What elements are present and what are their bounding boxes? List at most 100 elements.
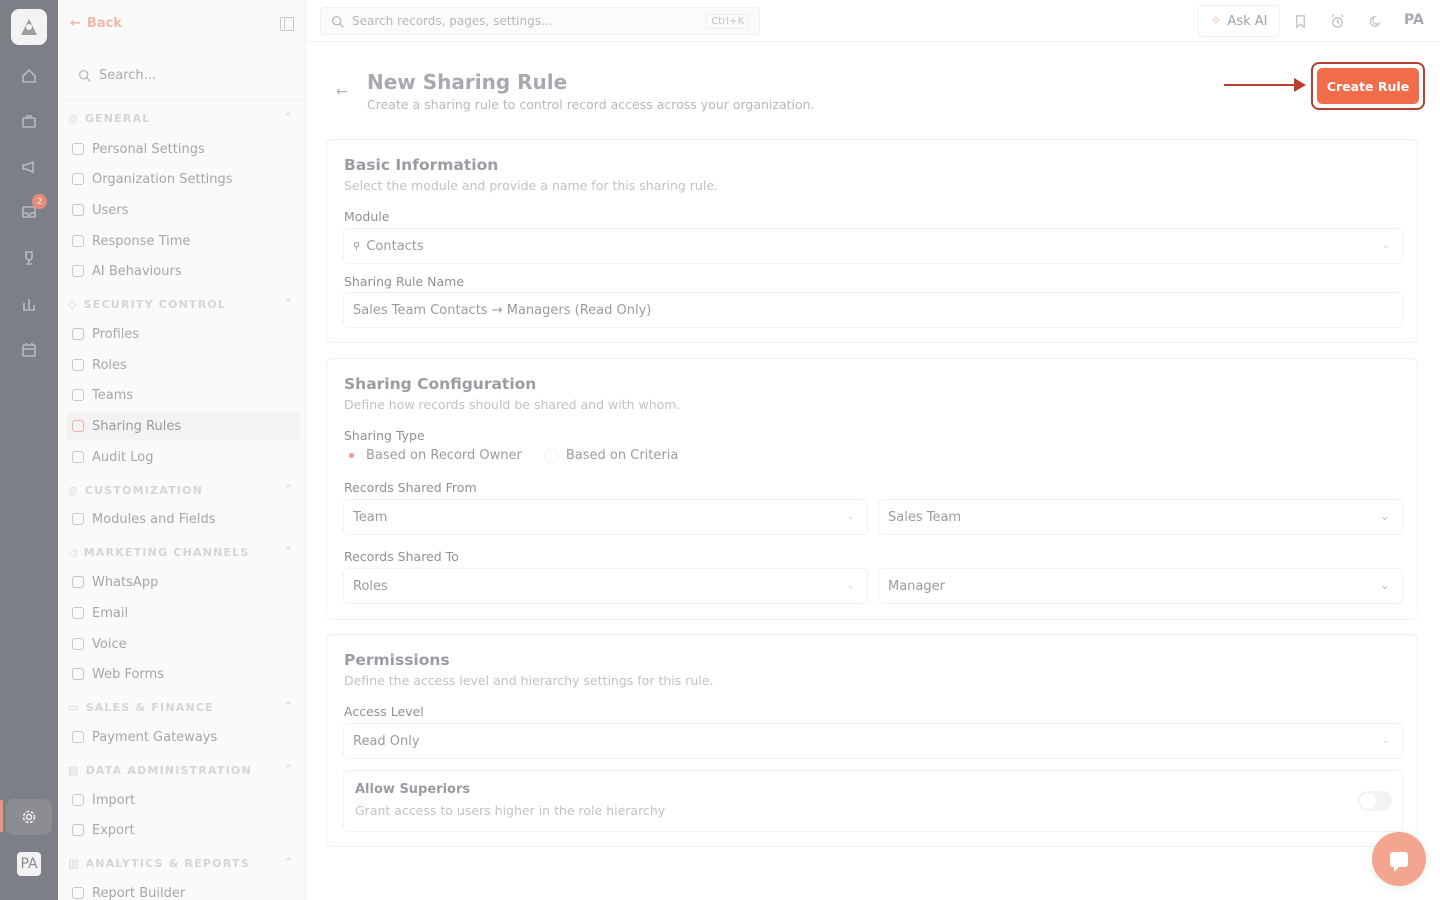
shared-to-type-select[interactable]: Roles ⌄ xyxy=(343,568,868,604)
credit-card-icon xyxy=(72,731,84,743)
sidebar-item-response-time[interactable]: Response Time xyxy=(70,227,300,255)
settings-sidebar: ← Back Search... ◎ GENERAL ⌃ Personal Sett… xyxy=(58,0,306,900)
radio-criteria[interactable] xyxy=(543,448,558,463)
section-description: Select the module and provide a name for… xyxy=(344,178,718,193)
global-search-input[interactable]: Search records, pages, settings... Ctrl+… xyxy=(320,7,760,35)
shortcut-hint: Ctrl+K xyxy=(706,14,749,29)
shared-to-label: Records Shared To xyxy=(344,549,459,564)
megaphone-icon[interactable] xyxy=(19,157,39,177)
palette-icon: ◎ xyxy=(68,484,79,497)
shared-from-value-select[interactable]: Sales Team ⌄ xyxy=(878,499,1403,535)
ask-ai-button[interactable]: ✧ Ask AI xyxy=(1198,5,1280,37)
sidebar-item-teams[interactable]: Teams xyxy=(70,381,300,409)
module-select[interactable]: ⚲ Contacts ⌄ xyxy=(343,228,1403,264)
chat-fab-button[interactable] xyxy=(1372,832,1426,886)
lock-icon xyxy=(72,420,84,432)
create-rule-button[interactable]: Create Rule xyxy=(1317,68,1419,104)
message-icon xyxy=(72,576,84,588)
sharing-configuration-card: Sharing Configuration Define how records… xyxy=(326,358,1418,620)
search-icon xyxy=(78,69,91,82)
rule-name-input[interactable]: Sales Team Contacts → Managers (Read Onl… xyxy=(343,292,1403,328)
top-bar: Search records, pages, settings... Ctrl+… xyxy=(306,0,1440,42)
cube-icon xyxy=(72,513,84,525)
bookmark-icon[interactable] xyxy=(1291,12,1309,30)
back-arrow-icon[interactable]: ← xyxy=(336,84,348,100)
chart-icon: ▥ xyxy=(68,857,80,870)
chevron-down-icon: ⌄ xyxy=(846,511,855,522)
section-description: Define how records should be shared and … xyxy=(344,397,681,412)
annotation-highlight: Create Rule xyxy=(1311,62,1425,110)
sidebar-item-email[interactable]: Email xyxy=(70,599,300,627)
sidebar-item-personal-settings[interactable]: Personal Settings xyxy=(70,135,300,163)
group-sales-finance[interactable]: ▭ SALES & FINANCE ⌃ xyxy=(68,701,294,714)
allow-superiors-row: Allow Superiors Grant access to users hi… xyxy=(343,770,1403,832)
sidebar-item-users[interactable]: Users xyxy=(70,196,300,224)
arrow-left-icon: ← xyxy=(70,16,81,31)
sidebar-item-profiles[interactable]: Profiles xyxy=(70,320,300,348)
group-data-administration[interactable]: ▤ DATA ADMINISTRATION ⌃ xyxy=(68,764,294,777)
sidebar-item-ai-behaviours[interactable]: AI Behaviours xyxy=(70,257,300,285)
chevron-down-icon: ⌄ xyxy=(1381,735,1390,746)
back-link[interactable]: ← Back xyxy=(70,16,122,31)
sidebar-item-import[interactable]: Import xyxy=(70,786,300,814)
sidebar-item-organization-settings[interactable]: Organization Settings xyxy=(70,165,300,193)
trophy-icon[interactable] xyxy=(19,248,39,268)
group-analytics-reports[interactable]: ▥ ANALYTICS & REPORTS ⌃ xyxy=(68,857,294,870)
user-menu[interactable]: PA xyxy=(1404,12,1424,28)
mail-icon xyxy=(72,607,84,619)
sidebar-item-export[interactable]: Export xyxy=(70,816,300,844)
sidebar-item-modules-and-fields[interactable]: Modules and Fields xyxy=(70,505,300,533)
sidebar-item-voice[interactable]: Voice xyxy=(70,630,300,658)
shield-icon xyxy=(72,328,84,340)
alarm-clock-icon[interactable] xyxy=(1328,12,1346,30)
sidebar-search-input[interactable]: Search... xyxy=(66,52,302,100)
bar-chart-icon xyxy=(72,887,84,899)
sidebar-item-web-forms[interactable]: Web Forms xyxy=(70,660,300,688)
avatar[interactable]: PA xyxy=(17,852,41,876)
group-marketing-channels[interactable]: ◁ MARKETING CHANNELS ⌃ xyxy=(68,546,294,559)
sidebar-item-whatsapp[interactable]: WhatsApp xyxy=(70,568,300,596)
sidebar-item-payment-gateways[interactable]: Payment Gateways xyxy=(70,723,300,751)
sidebar-item-audit-log[interactable]: Audit Log xyxy=(70,443,300,471)
gear-icon: ◎ xyxy=(68,112,79,125)
sparkle-icon: ✧ xyxy=(1210,13,1222,29)
page-subtitle: Create a sharing rule to control record … xyxy=(367,97,815,112)
sharing-type-label: Sharing Type xyxy=(344,428,425,443)
access-level-label: Access Level xyxy=(344,704,424,719)
shared-from-label: Records Shared From xyxy=(344,480,477,495)
radio-record-owner[interactable] xyxy=(344,449,358,463)
calendar-icon[interactable] xyxy=(19,340,39,360)
chat-icon xyxy=(1390,851,1408,872)
chart-icon[interactable] xyxy=(19,294,39,314)
chevron-up-icon: ⌃ xyxy=(284,546,294,557)
home-icon[interactable] xyxy=(19,66,39,86)
megaphone-icon: ◁ xyxy=(68,546,78,559)
module-label: Module xyxy=(344,209,390,224)
allow-superiors-toggle[interactable] xyxy=(1358,791,1392,811)
group-security-control[interactable]: ◇ SECURITY CONTROL ⌃ xyxy=(68,298,294,311)
chevron-up-icon: ⌃ xyxy=(284,484,294,495)
briefcase-icon[interactable] xyxy=(19,111,39,131)
shared-to-value-select[interactable]: Manager ⌄ xyxy=(878,568,1403,604)
section-title: Basic Information xyxy=(344,156,499,174)
sidebar-item-roles[interactable]: Roles xyxy=(70,351,300,379)
icon-rail: 2 PA xyxy=(0,0,58,900)
group-general[interactable]: ◎ GENERAL ⌃ xyxy=(68,112,294,125)
shared-from-type-select[interactable]: Team ⌄ xyxy=(343,499,868,535)
upload-icon xyxy=(72,794,84,806)
access-level-select[interactable]: Read Only ⌄ xyxy=(343,723,1403,759)
sidebar-item-sharing-rules[interactable]: Sharing Rules xyxy=(66,412,300,440)
chevron-up-icon: ⌃ xyxy=(284,857,294,868)
sidebar-item-report-builder[interactable]: Report Builder xyxy=(70,879,300,900)
wand-icon xyxy=(72,265,84,277)
group-customization[interactable]: ◎ CUSTOMIZATION ⌃ xyxy=(68,484,294,497)
permissions-card: Permissions Define the access level and … xyxy=(326,634,1418,847)
sidebar-collapse-icon[interactable] xyxy=(280,17,294,31)
annotation-arrow xyxy=(1224,78,1306,92)
app-logo-icon[interactable] xyxy=(11,9,47,45)
moon-icon[interactable] xyxy=(1366,12,1384,30)
gear-icon[interactable] xyxy=(19,807,39,827)
page-title: New Sharing Rule xyxy=(367,70,568,94)
chevron-up-icon: ⌃ xyxy=(284,764,294,775)
database-icon: ▤ xyxy=(68,764,80,777)
